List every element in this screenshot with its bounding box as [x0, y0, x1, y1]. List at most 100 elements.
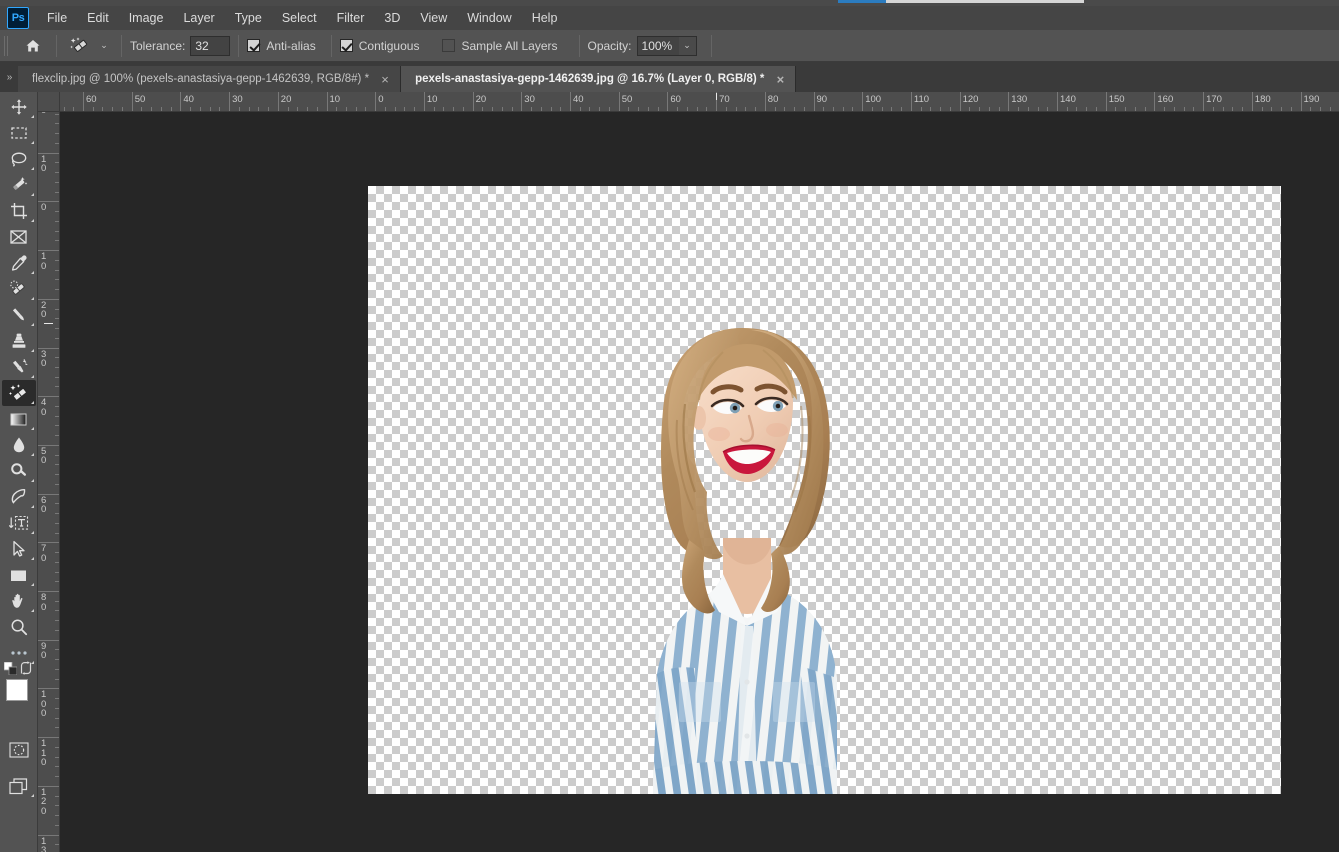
menu-item-edit[interactable]: Edit	[77, 8, 119, 28]
paintbrush-icon	[12, 308, 24, 321]
options-separator-4	[330, 34, 332, 57]
options-separator-6	[710, 34, 712, 57]
contiguous-checkbox-row[interactable]: Contiguous	[339, 39, 425, 53]
ruler-label: 60	[41, 494, 47, 516]
path-selection-tool[interactable]	[2, 536, 36, 562]
tool-preset-picker-caret[interactable]: ⌄	[95, 33, 113, 59]
default-colors-button[interactable]	[3, 661, 18, 676]
tool-flyout-marker	[30, 141, 34, 144]
document-tab-flexclip[interactable]: flexclip.jpg @ 100% (pexels-anastasiya-g…	[18, 66, 402, 92]
dodge-tool[interactable]	[2, 458, 36, 484]
ruler-label: 30	[232, 94, 243, 105]
sample-all-layers-checkbox-row[interactable]: Sample All Layers	[442, 39, 562, 53]
eyedropper-tool[interactable]	[2, 250, 36, 276]
tool-flyout-marker	[30, 609, 34, 612]
zoom-tool[interactable]	[2, 614, 36, 640]
quick-mask-toggle[interactable]	[2, 737, 36, 763]
magnifier-icon	[11, 619, 27, 636]
menu-item-help[interactable]: Help	[522, 8, 568, 28]
document-tab-bar: » flexclip.jpg @ 100% (pexels-anastasiya…	[0, 62, 1339, 92]
pen-tool[interactable]	[2, 484, 36, 510]
options-bar-grip[interactable]	[4, 35, 10, 56]
eyedropper-icon	[11, 255, 27, 271]
clone-stamp-icon	[12, 333, 25, 348]
brush-tool[interactable]	[2, 302, 36, 328]
blur-tool[interactable]	[2, 432, 36, 458]
menu-item-type[interactable]: Type	[225, 8, 272, 28]
gradient-icon	[10, 413, 27, 425]
swap-colors-button[interactable]	[19, 661, 33, 675]
arrow-cursor-icon	[13, 540, 25, 557]
tool-flyout-marker	[30, 427, 34, 430]
history-brush-tool[interactable]	[2, 354, 36, 380]
cheek-left	[708, 427, 730, 441]
artwork-layer-0	[623, 326, 863, 794]
magic-eraser-tool[interactable]	[1, 380, 36, 406]
swap-arrows-icon	[20, 661, 32, 675]
object-selection-tool[interactable]	[2, 172, 36, 198]
ruler-label: 40	[41, 397, 47, 418]
document-canvas[interactable]	[368, 186, 1281, 794]
menu-item-3d[interactable]: 3D	[374, 8, 410, 28]
tolerance-input[interactable]	[190, 35, 231, 56]
panel-expander-icon[interactable]: »	[0, 62, 18, 92]
spot-healing-brush-tool[interactable]	[2, 276, 36, 302]
ruler-label: 50	[41, 445, 47, 467]
move-tool[interactable]	[2, 94, 36, 120]
ruler-cursor-indicator	[44, 322, 53, 324]
menu-item-layer[interactable]: Layer	[173, 8, 224, 28]
photoshop-logo-icon: Ps	[7, 7, 29, 29]
type-tool[interactable]	[2, 510, 36, 536]
menu-item-view[interactable]: View	[410, 8, 457, 28]
frame-icon	[10, 230, 27, 244]
menu-item-image[interactable]: Image	[119, 8, 174, 28]
menu-item-filter[interactable]: Filter	[327, 8, 375, 28]
contiguous-checkbox[interactable]	[339, 39, 353, 52]
tool-flyout-marker	[30, 479, 34, 482]
gradient-tool[interactable]	[2, 406, 36, 432]
shirt-pocket-right	[773, 682, 815, 722]
vertical-ruler[interactable]: 0100102030405060708090100110120130	[38, 112, 60, 852]
menu-item-window[interactable]: Window	[457, 8, 521, 28]
close-icon[interactable]: ×	[379, 73, 391, 86]
current-tool-preset-button[interactable]	[65, 33, 95, 59]
tool-flyout-marker	[30, 453, 34, 456]
chevron-down-icon: ⌄	[683, 40, 691, 50]
screen-mode-toggle[interactable]	[2, 773, 36, 799]
pupil-right	[775, 403, 781, 409]
canvas-workspace[interactable]	[60, 112, 1339, 852]
hand-tool[interactable]	[2, 588, 36, 614]
ruler-label: 180	[1254, 94, 1271, 105]
ruler-label: 20	[280, 94, 292, 105]
clone-stamp-tool[interactable]	[2, 328, 36, 354]
ruler-label: 110	[41, 738, 47, 769]
tool-flyout-marker	[30, 505, 34, 508]
crop-tool[interactable]	[2, 198, 36, 224]
ruler-label: 50	[621, 94, 633, 105]
ruler-corner[interactable]	[38, 92, 60, 112]
ruler-label: 30	[524, 94, 535, 105]
cheek-right	[766, 423, 788, 437]
rectangle-tool[interactable]	[2, 562, 36, 588]
sample-all-layers-checkbox[interactable]	[442, 39, 456, 52]
opacity-input[interactable]	[636, 35, 679, 56]
close-icon[interactable]: ×	[774, 73, 786, 86]
anti-alias-checkbox[interactable]	[247, 39, 261, 52]
horizontal-ruler[interactable]: 60 50 40 30 20 10 0 10 20 30 40 50 60 70 80 90 100 110 120…	[60, 92, 1339, 112]
foreground-color-swatch[interactable]	[6, 679, 28, 701]
frame-tool[interactable]	[2, 224, 36, 250]
anti-alias-checkbox-row[interactable]: Anti-alias	[247, 39, 320, 53]
home-button[interactable]	[18, 33, 48, 59]
tool-flyout-marker	[30, 349, 34, 352]
default-colors-icon	[3, 661, 18, 676]
rectangular-marquee-tool[interactable]	[2, 120, 36, 146]
shirt-pocket-left	[679, 682, 721, 722]
ruler-label: 20	[475, 94, 487, 105]
document-tab-pexels[interactable]: pexels-anastasiya-gepp-1462639.jpg @ 16.…	[401, 66, 797, 92]
ruler-label: 110	[913, 94, 930, 105]
lasso-tool[interactable]	[2, 146, 36, 172]
opacity-dropdown-button[interactable]: ⌄	[678, 35, 697, 56]
menu-item-file[interactable]: File	[37, 8, 77, 28]
menu-item-select[interactable]: Select	[272, 8, 327, 28]
ruler-label: 100	[865, 94, 882, 105]
